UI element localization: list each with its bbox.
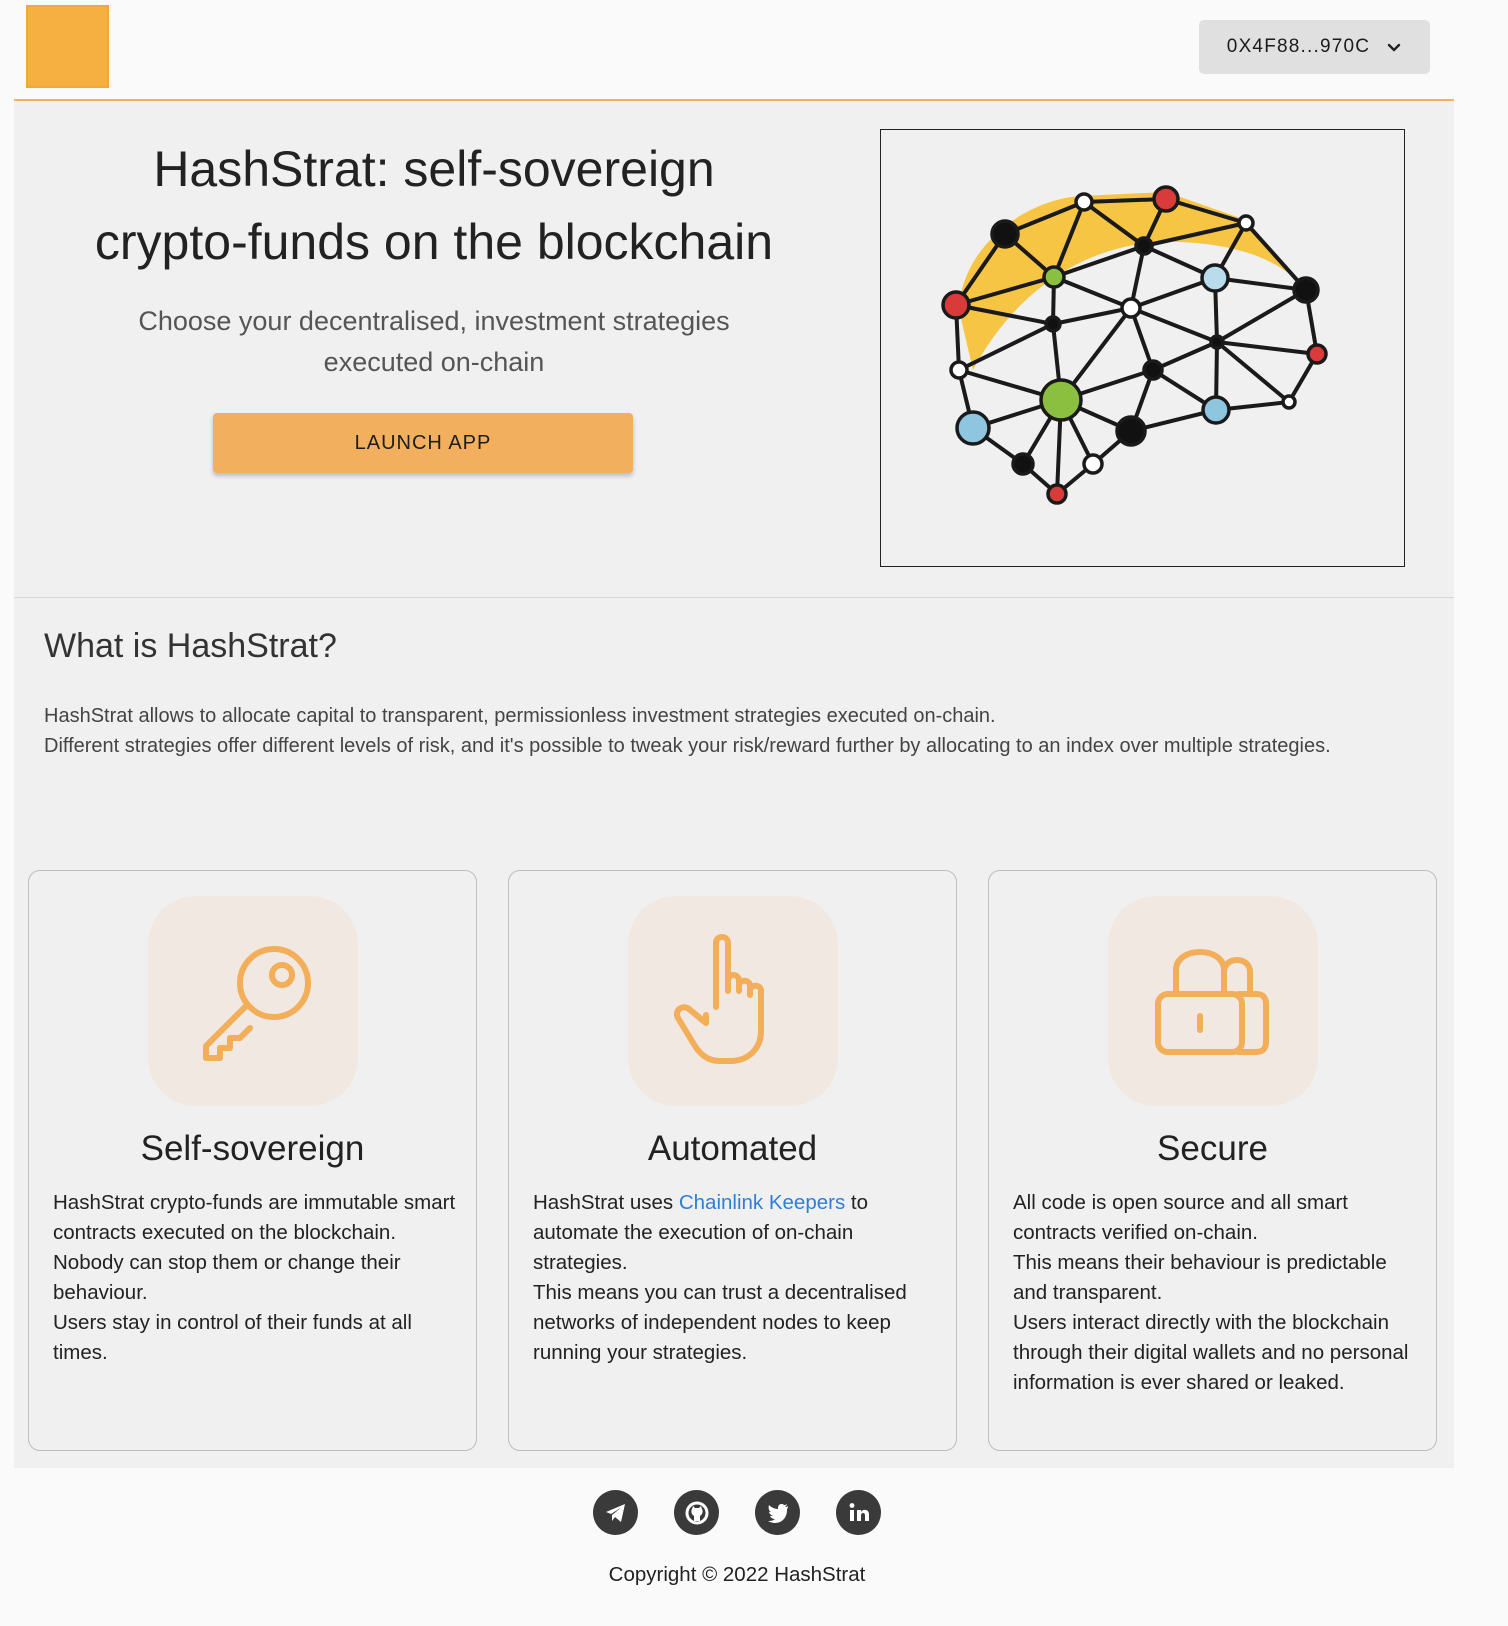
hero-subtitle: Choose your decentralised, investment st… <box>54 301 814 383</box>
social-links <box>0 1490 1468 1535</box>
feature-description: HashStrat crypto-funds are immutable sma… <box>53 1188 458 1368</box>
lock-icon <box>1148 934 1278 1069</box>
feature-text-line: Users stay in control of their funds at … <box>53 1311 412 1364</box>
wallet-address: 0X4F88...970C <box>1226 36 1371 57</box>
main-content: HashStrat: self-sovereign crypto-funds o… <box>14 101 1454 1468</box>
feature-description: All code is open source and all smart co… <box>1013 1188 1418 1398</box>
feature-icon-box <box>628 896 838 1106</box>
linkedin-icon[interactable] <box>836 1490 881 1535</box>
hero-subtitle-line1: Choose your decentralised, investment st… <box>138 306 730 336</box>
feature-text-line: Users interact directly with the blockch… <box>1013 1311 1409 1394</box>
feature-icon-box <box>148 896 358 1106</box>
feature-text-line: Nobody can stop them or change their beh… <box>53 1251 401 1304</box>
copyright-text: Copyright © 2022 HashStrat <box>608 1563 866 1586</box>
feature-card-self-sovereign: Self-sovereign HashStrat crypto-funds ar… <box>28 870 477 1451</box>
feature-description: HashStrat uses Chainlink Keepers to auto… <box>533 1188 938 1368</box>
telegram-icon[interactable] <box>593 1490 638 1535</box>
hero-title-line2: crypto-funds on the blockchain <box>94 214 774 270</box>
feature-text-line: HashStrat crypto-funds are immutable sma… <box>53 1191 456 1244</box>
hero-subtitle-line2: executed on-chain <box>323 347 545 377</box>
feature-text-segment: HashStrat uses <box>533 1191 679 1214</box>
hero-title-line1: HashStrat: self-sovereign <box>153 141 715 197</box>
about-line2: Different strategies offer different lev… <box>44 735 1331 757</box>
feature-title: Automated <box>647 1129 818 1168</box>
feature-card-automated: Automated HashStrat uses Chainlink Keepe… <box>508 870 957 1451</box>
hero-section: HashStrat: self-sovereign crypto-funds o… <box>14 101 1454 598</box>
feature-text-line: This means their behaviour is predictabl… <box>1013 1251 1387 1304</box>
brain-network-illustration <box>880 129 1405 567</box>
logo-square[interactable] <box>26 5 109 88</box>
feature-card-secure: Secure All code is open source and all s… <box>988 870 1437 1451</box>
feature-text-line: All code is open source and all smart co… <box>1013 1191 1349 1244</box>
about-line1: HashStrat allows to allocate capital to … <box>44 705 996 727</box>
chevron-down-icon <box>1386 39 1402 55</box>
feature-title: Self-sovereign <box>140 1129 365 1168</box>
pointer-hand-icon <box>668 929 798 1074</box>
about-heading: What is HashStrat? <box>44 627 337 665</box>
wallet-account-button[interactable]: 0X4F88...970C <box>1199 20 1430 74</box>
hero-title: HashStrat: self-sovereign crypto-funds o… <box>54 133 814 279</box>
github-icon[interactable] <box>674 1490 719 1535</box>
twitter-icon[interactable] <box>755 1490 800 1535</box>
feature-text-line: This means you can trust a decentralised… <box>533 1281 907 1364</box>
feature-icon-box <box>1108 896 1318 1106</box>
launch-app-button[interactable]: LAUNCH APP <box>213 413 633 473</box>
key-icon <box>188 934 318 1069</box>
feature-title: Secure <box>1157 1129 1268 1168</box>
chainlink-keepers-link[interactable]: Chainlink Keepers <box>679 1191 845 1214</box>
about-description: HashStrat allows to allocate capital to … <box>44 701 1404 761</box>
top-app-bar: 0X4F88...970C <box>14 0 1454 101</box>
